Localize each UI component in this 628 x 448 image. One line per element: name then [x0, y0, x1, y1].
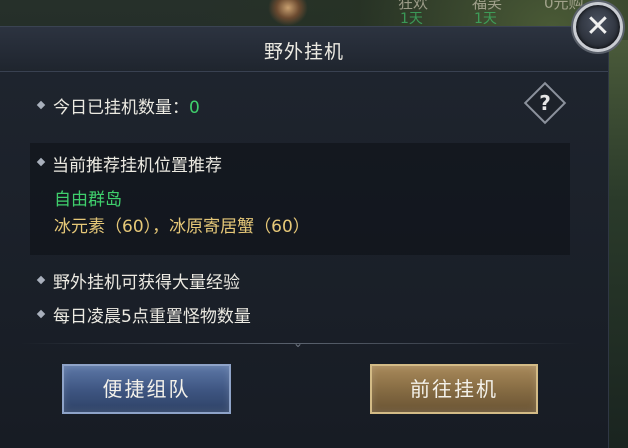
diamond-bullet-icon [36, 157, 46, 167]
dialog-title-bar: 野外挂机 [0, 27, 608, 72]
idle-count-label: 今日已挂机数量： [53, 98, 189, 118]
idle-count-value: 0 [189, 98, 200, 118]
help-glyph[interactable]: ? [530, 88, 560, 118]
close-button[interactable]: ✕ [573, 2, 623, 52]
diamond-bullet-icon [36, 309, 46, 319]
recommend-location: 自由群岛 [54, 190, 122, 210]
diamond-bullet-icon [36, 100, 46, 110]
dialog-title: 野外挂机 [263, 41, 344, 63]
go-idle-button[interactable]: 前往挂机 [370, 364, 538, 414]
background-torch [268, 0, 308, 26]
background-terrain [608, 40, 628, 448]
game-scene: 狂欢 福笑 0元购 1天 1天 野外挂机 今日已挂机数量：0 当前推荐挂机位置推… [0, 0, 628, 448]
recommend-monsters: 冰元素（60），冰原寄居蟹（60） [54, 217, 310, 237]
idle-count-row: 今日已挂机数量：0 [53, 93, 200, 118]
diamond-bullet-icon [36, 275, 46, 285]
info-line: 每日凌晨5点重置怪物数量 [53, 307, 251, 327]
info-line: 野外挂机可获得大量经验 [53, 273, 240, 293]
field-idle-dialog: 野外挂机 今日已挂机数量：0 当前推荐挂机位置推荐 自由群岛 冰元素（60），冰… [0, 26, 609, 448]
divider-ornament-icon: ⌄ [292, 336, 304, 350]
hud-value: 1天 [474, 11, 497, 27]
close-icon: ✕ [585, 9, 611, 44]
hud-value: 1天 [400, 11, 423, 27]
recommend-box: 当前推荐挂机位置推荐 自由群岛 冰元素（60），冰原寄居蟹（60） [30, 143, 570, 255]
recommend-header: 当前推荐挂机位置推荐 [52, 156, 222, 176]
quick-team-button[interactable]: 便捷组队 [62, 364, 231, 414]
